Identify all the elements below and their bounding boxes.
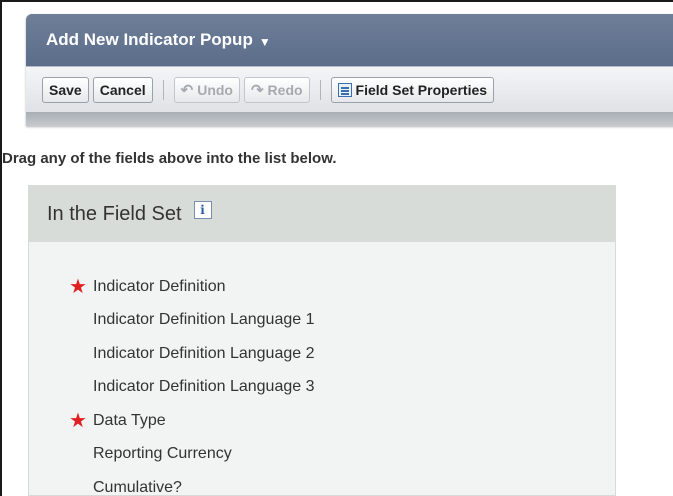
undo-label: Undo	[197, 81, 233, 98]
required-star-icon: ★	[69, 275, 87, 298]
toolbar-strip	[26, 112, 673, 126]
list-item[interactable]: ★Indicator Definition Language 3	[67, 371, 615, 405]
field-set-header: In the Field Set i	[29, 186, 615, 242]
list-item[interactable]: ★ Data Type	[67, 404, 615, 438]
field-label: Indicator Definition Language 3	[93, 378, 315, 396]
field-set-panel: In the Field Set i ★ Indicator Definition…	[28, 185, 616, 496]
drag-hint-text: Drag any of the fields above into the li…	[2, 150, 337, 167]
field-label: Cumulative?	[93, 478, 182, 496]
redo-label: Redo	[267, 81, 303, 98]
popup-title-bar[interactable]: Add New Indicator Popup ▼	[26, 14, 673, 66]
required-star-icon: ★	[69, 409, 87, 432]
field-list: ★Indicator Definition ★Indicator Definit…	[29, 242, 615, 496]
field-label: Indicator Definition Language 2	[93, 344, 315, 362]
popup-title: Add New Indicator Popup	[46, 30, 253, 49]
save-button[interactable]: Save	[42, 76, 89, 103]
list-item[interactable]: ★Indicator Definition Language 2	[67, 337, 615, 371]
caret-down-icon[interactable]: ▼	[259, 35, 271, 49]
list-item[interactable]: ★Indicator Definition Language 1	[67, 304, 615, 338]
list-item[interactable]: ★Reporting Currency	[67, 438, 615, 472]
popup-panel: Add New Indicator Popup ▼ Save Cancel ↶ …	[26, 14, 673, 126]
field-set-properties-button[interactable]: Field Set Properties	[330, 76, 495, 103]
list-icon	[337, 82, 352, 97]
cancel-button[interactable]: Cancel	[92, 76, 153, 103]
field-label: Indicator Definition	[93, 277, 226, 295]
undo-button[interactable]: ↶ Undo	[173, 76, 240, 103]
field-label: Reporting Currency	[93, 445, 232, 463]
toolbar: Save Cancel ↶ Undo ↷ Redo Field Set Prop…	[26, 66, 673, 112]
field-set-properties-label: Field Set Properties	[355, 81, 488, 98]
info-icon[interactable]: i	[193, 201, 212, 219]
field-label: Data Type	[93, 411, 166, 429]
field-label: Indicator Definition Language 1	[93, 311, 315, 329]
toolbar-divider	[319, 79, 321, 100]
field-set-title: In the Field Set	[47, 202, 182, 225]
toolbar-divider	[162, 79, 164, 100]
redo-icon: ↷	[250, 81, 264, 99]
list-item[interactable]: ★ Indicator Definition	[67, 270, 615, 304]
undo-icon: ↶	[180, 81, 194, 99]
list-item[interactable]: ★Cumulative?	[67, 471, 615, 496]
redo-button[interactable]: ↷ Redo	[243, 76, 310, 103]
